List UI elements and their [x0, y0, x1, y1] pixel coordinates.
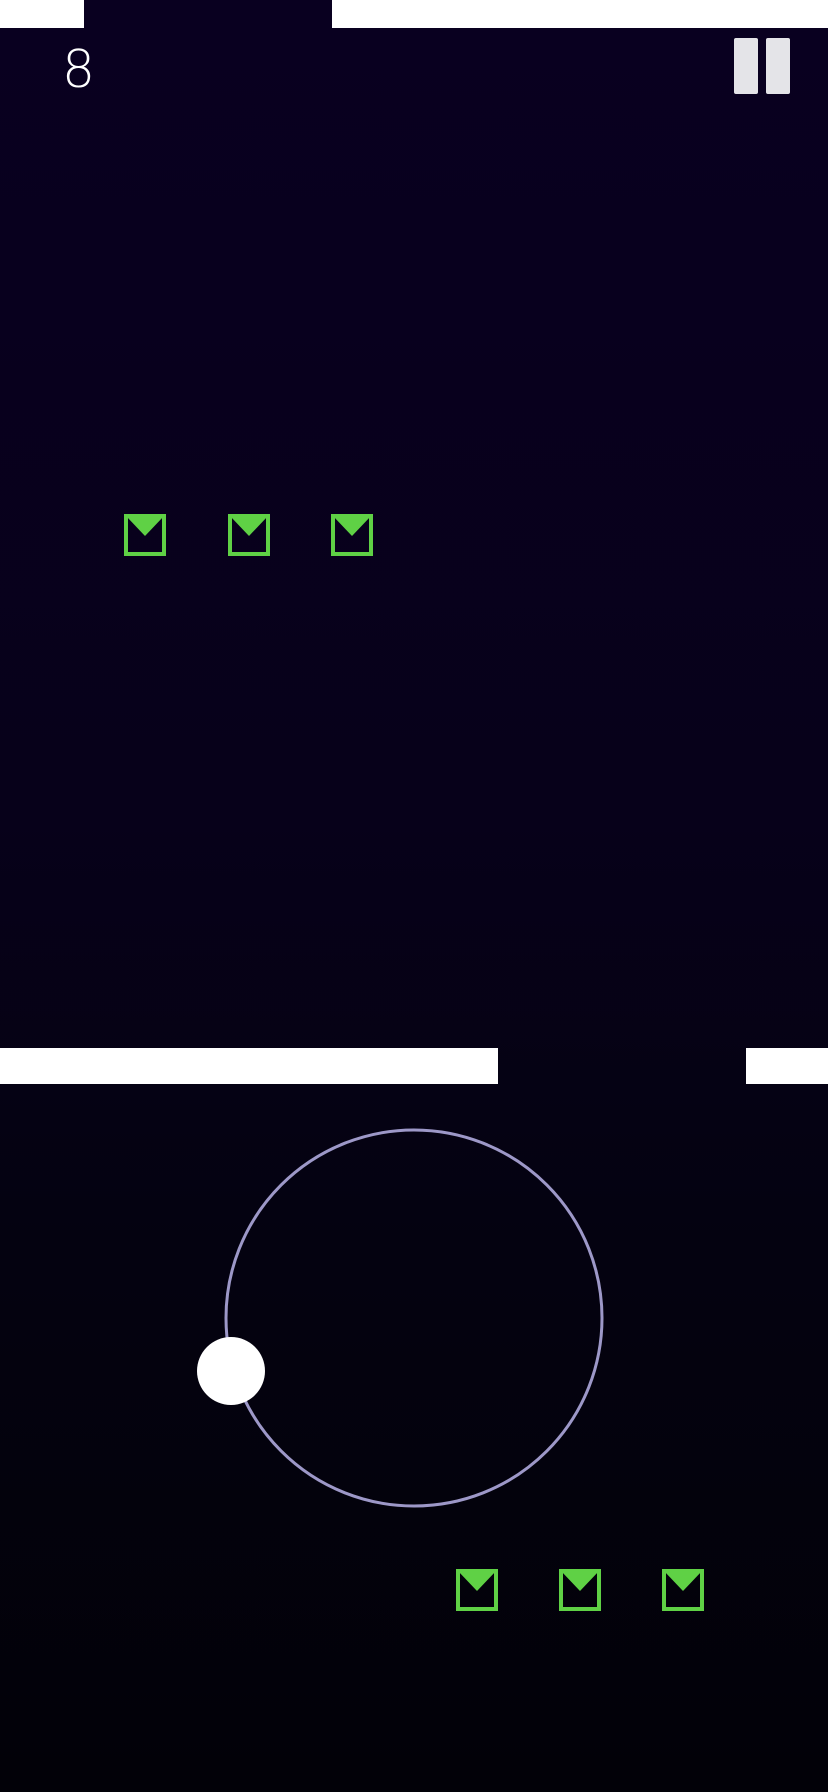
player-ball: [197, 1337, 265, 1405]
orbit-layer: [197, 1128, 604, 1508]
orbit-ring: [224, 1128, 604, 1508]
